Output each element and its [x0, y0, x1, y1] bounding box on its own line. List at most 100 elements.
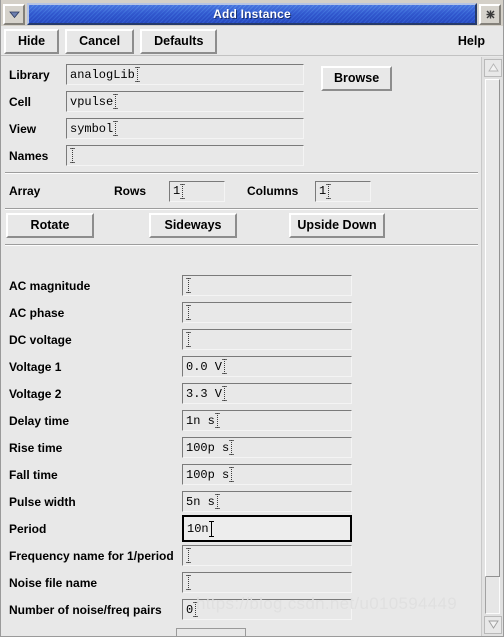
array-row: Array Rows 1 Columns 1	[1, 177, 481, 205]
parameter-input[interactable]: 100p s	[182, 437, 352, 458]
partial-bottom-widget[interactable]	[176, 628, 246, 636]
close-button[interactable]	[479, 3, 501, 25]
parameter-label: Number of noise/freq pairs	[9, 602, 162, 617]
row-parameter: Fall time 100p s	[1, 461, 481, 488]
row-parameter: Pulse width 5n s	[1, 488, 481, 515]
parameter-input-value: 0	[186, 602, 194, 617]
triangle-down-icon	[485, 620, 501, 629]
parameter-input-value: 10n	[187, 521, 209, 536]
rotate-button[interactable]: Rotate	[6, 213, 94, 238]
parameter-input-value: 1n s	[186, 413, 215, 428]
parameter-input[interactable]	[182, 275, 352, 296]
sideways-button[interactable]: Sideways	[149, 213, 237, 238]
row-parameter: Frequency name for 1/period	[1, 542, 481, 569]
chevron-down-icon	[8, 10, 20, 19]
label-rows: Rows	[114, 184, 147, 198]
row-library: Library analogLib Browse	[1, 61, 481, 91]
scrollbar-thumb[interactable]	[485, 79, 500, 577]
hide-button[interactable]: Hide	[4, 28, 60, 54]
columns-input-value: 1	[319, 184, 327, 198]
label-library: Library	[9, 67, 50, 82]
parameter-input-value: 0.0 V	[186, 359, 223, 374]
upside-down-button[interactable]: Upside Down	[289, 213, 385, 238]
text-caret	[326, 183, 332, 199]
library-input-value: analogLib	[70, 67, 135, 82]
parameter-input[interactable]: 100p s	[182, 464, 352, 485]
parameter-input[interactable]	[182, 545, 352, 566]
parameter-list: AC magnitude AC phase DC voltage Voltage 1 0…	[1, 272, 481, 623]
system-menu-button[interactable]	[3, 3, 25, 25]
menu-bar: Hide Cancel Defaults Help	[1, 26, 503, 56]
separator-orientation-bottom	[5, 244, 478, 246]
parameter-label: Noise file name	[9, 575, 98, 590]
text-caret	[186, 332, 191, 347]
row-parameter: DC voltage	[1, 326, 481, 353]
vertical-scrollbar[interactable]	[481, 57, 503, 636]
window-body: Library analogLib Browse Cell vpulse Vie…	[1, 57, 503, 636]
parameter-label: AC magnitude	[9, 278, 91, 293]
parameter-input-value: 3.3 V	[186, 386, 223, 401]
title-bar: Add Instance	[1, 0, 503, 26]
separator-array-top	[5, 172, 478, 174]
row-parameter: Period 10n	[1, 515, 481, 542]
defaults-button[interactable]: Defaults	[140, 28, 218, 54]
text-caret	[186, 305, 191, 320]
library-input[interactable]: analogLib	[66, 64, 304, 85]
parameter-label: Delay time	[9, 413, 70, 428]
row-view: View symbol	[1, 115, 481, 142]
parameter-input[interactable]: 10n	[182, 515, 352, 542]
parameter-input[interactable]	[182, 302, 352, 323]
parameter-input[interactable]: 1n s	[182, 410, 352, 431]
row-parameter: Noise file name	[1, 569, 481, 596]
label-cell: Cell	[9, 94, 32, 109]
text-caret	[222, 386, 228, 401]
parameter-label: Fall time	[9, 467, 58, 482]
form-pane: Library analogLib Browse Cell vpulse Vie…	[1, 57, 481, 636]
text-caret	[229, 440, 235, 455]
rows-input-value: 1	[173, 184, 181, 198]
label-view: View	[9, 121, 37, 136]
names-input[interactable]	[66, 145, 304, 166]
cancel-button[interactable]: Cancel	[65, 28, 135, 54]
row-parameter: Voltage 2 3.3 V	[1, 380, 481, 407]
columns-input[interactable]: 1	[315, 180, 371, 202]
row-parameter: Voltage 1 0.0 V	[1, 353, 481, 380]
text-caret	[214, 413, 220, 428]
label-names: Names	[9, 148, 49, 163]
scrollbar-up-button[interactable]	[484, 59, 502, 77]
parameter-label: Voltage 2	[9, 386, 62, 401]
text-caret	[222, 359, 228, 374]
text-caret	[70, 148, 75, 163]
text-caret	[186, 278, 191, 293]
text-caret	[229, 467, 235, 482]
row-parameter: Number of noise/freq pairs 0	[1, 596, 481, 623]
parameter-input[interactable]	[182, 572, 352, 593]
rows-input[interactable]: 1	[169, 180, 225, 202]
row-parameter: Rise time 100p s	[1, 434, 481, 461]
parameter-input[interactable]: 0.0 V	[182, 356, 352, 377]
parameter-input[interactable]	[182, 329, 352, 350]
text-caret	[208, 521, 214, 537]
close-icon	[485, 9, 496, 20]
parameter-label: AC phase	[9, 305, 65, 320]
parameter-label: Pulse width	[9, 494, 76, 509]
view-input[interactable]: symbol	[66, 118, 304, 139]
row-names: Names	[1, 142, 481, 169]
separator-orientation-top	[5, 208, 478, 210]
parameter-label: Voltage 1	[9, 359, 62, 374]
parameter-input[interactable]: 5n s	[182, 491, 352, 512]
text-caret	[186, 548, 191, 563]
browse-button[interactable]: Browse	[321, 66, 393, 91]
scrollbar-down-button[interactable]	[484, 616, 502, 634]
parameter-label: Frequency name for 1/period	[9, 548, 174, 563]
cell-input-value: vpulse	[70, 94, 114, 109]
window-title: Add Instance	[213, 7, 291, 21]
cell-input[interactable]: vpulse	[66, 91, 304, 112]
text-caret	[193, 602, 199, 617]
parameter-input[interactable]: 3.3 V	[182, 383, 352, 404]
parameter-input[interactable]: 0	[182, 599, 352, 620]
text-caret	[134, 67, 140, 82]
label-array: Array	[9, 184, 41, 198]
text-caret	[113, 94, 119, 109]
help-button[interactable]: Help	[444, 29, 499, 54]
